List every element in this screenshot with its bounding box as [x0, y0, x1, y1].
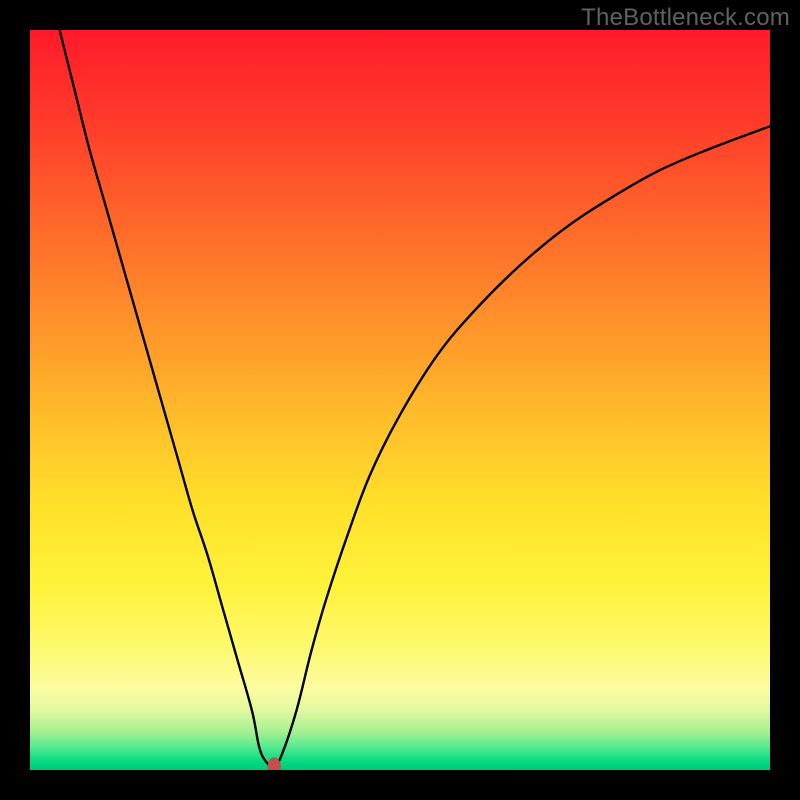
bottleneck-curve [60, 30, 770, 767]
plot-area [30, 30, 770, 770]
chart-frame: TheBottleneck.com [0, 0, 800, 800]
watermark-text: TheBottleneck.com [581, 4, 790, 32]
curve-svg [30, 30, 770, 770]
